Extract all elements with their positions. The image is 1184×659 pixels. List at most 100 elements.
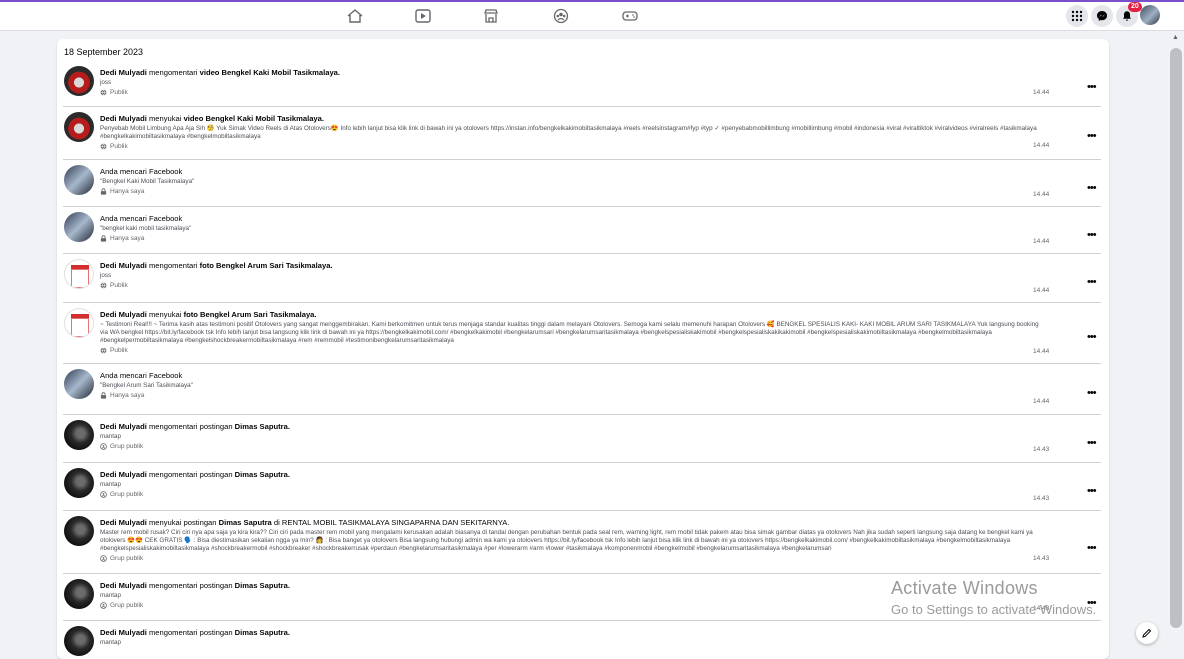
actor-name[interactable]: Dedi Mulyadi — [100, 310, 147, 319]
activity-log-card: 18 September 2023 Dedi Mulyadi mengoment… — [57, 39, 1109, 659]
audience-text: Publik — [110, 347, 128, 354]
audience-text: Publik — [110, 89, 128, 96]
activity-object[interactable]: video Bengkel Kaki Mobil Tasikmalaya. — [200, 68, 340, 77]
avatar — [64, 369, 94, 399]
activity-detail: mantap — [100, 433, 122, 440]
audience-label: Grup publik — [100, 443, 1040, 450]
globe-icon — [100, 143, 107, 150]
activity-title: Anda mencari Facebook — [100, 214, 1040, 224]
more-options-icon[interactable]: ••• — [1087, 388, 1099, 399]
more-options-icon[interactable]: ••• — [1087, 277, 1099, 288]
activity-detail: "bengkel kaki mobil tasikmalaya" — [100, 225, 192, 232]
activity-object[interactable]: Dimas Saputra. — [235, 422, 290, 431]
activity-content: Dedi Mulyadi mengomentari video Bengkel … — [100, 68, 1040, 96]
groups-icon[interactable] — [552, 8, 570, 24]
activity-item[interactable]: Anda mencari Facebook "Bengkel Arum Sari … — [57, 364, 1109, 415]
activity-action: menyukai — [146, 114, 184, 123]
actor-name[interactable]: Dedi Mulyadi — [100, 114, 147, 123]
group-globe-icon — [100, 443, 107, 450]
avatar — [64, 112, 94, 142]
globe-icon — [100, 347, 107, 354]
actor-name[interactable]: Dedi Mulyadi — [100, 518, 147, 527]
activity-content: Anda mencari Facebook "bengkel kaki mobil… — [100, 214, 1040, 242]
activity-item[interactable]: Dedi Mulyadi mengomentari video Bengkel … — [57, 61, 1109, 107]
activity-item[interactable]: Dedi Mulyadi menyukai foto Bengkel Arum … — [57, 303, 1109, 364]
new-message-button[interactable] — [1136, 622, 1158, 644]
marketplace-icon[interactable] — [482, 8, 500, 24]
activity-item[interactable]: Anda mencari Facebook "bengkel kaki mobil… — [57, 207, 1109, 254]
activity-title: Anda mencari Facebook — [100, 167, 1040, 177]
audience-label: Publik — [100, 347, 1040, 354]
audience-label: Hanya saya — [100, 235, 1040, 242]
activity-context: di RENTAL MOBIL TASIKMALAYA SINGAPARNA D… — [271, 518, 510, 527]
audience-text: Grup publik — [110, 491, 144, 498]
gaming-icon[interactable] — [621, 8, 639, 24]
actor-name[interactable]: Dedi Mulyadi — [100, 470, 147, 479]
more-options-icon[interactable]: ••• — [1087, 183, 1099, 194]
activity-object[interactable]: Dimas Saputra. — [235, 628, 290, 637]
more-options-icon[interactable]: ••• — [1087, 332, 1099, 343]
lock-icon — [100, 235, 107, 242]
activity-content: Anda mencari Facebook "Bengkel Kaki Mobil… — [100, 167, 1040, 195]
activity-title: Dedi Mulyadi mengomentari postingan Dima… — [100, 422, 1040, 432]
activity-action: menyukai postingan — [146, 518, 219, 527]
avatar — [64, 212, 94, 242]
activity-detail: mantap — [100, 639, 122, 646]
actor-name[interactable]: Dedi Mulyadi — [100, 68, 147, 77]
audience-text: Grup publik — [110, 602, 144, 609]
activity-action: mengomentari — [146, 261, 200, 270]
activity-content: Dedi Mulyadi menyukai postingan Dimas Sa… — [100, 518, 1040, 562]
audience-label: Hanya saya — [100, 392, 1040, 399]
more-options-icon[interactable]: ••• — [1087, 82, 1099, 93]
activity-item[interactable]: Dedi Mulyadi mengomentari postingan Dima… — [57, 463, 1109, 511]
audience-text: Hanya saya — [110, 188, 145, 195]
profile-avatar[interactable] — [1140, 5, 1160, 25]
activity-action: Anda mencari Facebook — [100, 371, 183, 380]
activity-title: Dedi Mulyadi mengomentari postingan Dima… — [100, 470, 1040, 480]
activity-content: Dedi Mulyadi mengomentari foto Bengkel A… — [100, 261, 1040, 289]
bell-icon[interactable]: 20 — [1116, 2, 1142, 27]
activity-object[interactable]: video Bengkel Kaki Mobil Tasikmalaya. — [184, 114, 324, 123]
scrollbar-thumb[interactable] — [1170, 48, 1182, 628]
activity-time: 14.44 — [1033, 191, 1050, 198]
activity-item[interactable]: Anda mencari Facebook "Bengkel Kaki Mobil… — [57, 160, 1109, 207]
activity-action: Anda mencari Facebook — [100, 167, 183, 176]
menu-grid-icon[interactable] — [1066, 5, 1088, 27]
activity-action: Anda mencari Facebook — [100, 214, 183, 223]
activity-object[interactable]: foto Bengkel Arum Sari Tasikmalaya. — [184, 310, 317, 319]
video-icon[interactable] — [414, 8, 432, 24]
more-options-icon[interactable]: ••• — [1087, 486, 1099, 497]
avatar — [64, 66, 94, 96]
messenger-icon[interactable] — [1091, 5, 1113, 27]
actor-name[interactable]: Dedi Mulyadi — [100, 628, 147, 637]
audience-label: Grup publik — [100, 555, 1040, 562]
more-options-icon[interactable]: ••• — [1087, 131, 1099, 142]
activity-action: mengomentari postingan — [146, 422, 235, 431]
home-icon[interactable] — [346, 8, 364, 24]
activity-content: Dedi Mulyadi mengomentari postingan Dima… — [100, 470, 1040, 498]
activity-item[interactable]: Dedi Mulyadi mengomentari postingan Dima… — [57, 621, 1109, 659]
scroll-up-arrow-icon[interactable]: ▲ — [1172, 34, 1179, 41]
activity-item[interactable]: Dedi Mulyadi mengomentari foto Bengkel A… — [57, 254, 1109, 303]
activity-item[interactable]: Dedi Mulyadi mengomentari postingan Dima… — [57, 415, 1109, 463]
activity-item[interactable]: Dedi Mulyadi menyukai video Bengkel Kaki… — [57, 107, 1109, 160]
audience-text: Hanya saya — [110, 235, 145, 242]
activity-time: 14.43 — [1033, 555, 1050, 562]
more-options-icon[interactable]: ••• — [1087, 543, 1099, 554]
activity-object[interactable]: foto Bengkel Arum Sari Tasikmalaya. — [200, 261, 333, 270]
avatar — [64, 516, 94, 546]
activity-object[interactable]: Dimas Saputra. — [235, 581, 290, 590]
activity-object[interactable]: Dimas Saputra. — [235, 470, 290, 479]
activity-title: Anda mencari Facebook — [100, 371, 1040, 381]
avatar — [64, 579, 94, 609]
actor-name[interactable]: Dedi Mulyadi — [100, 422, 147, 431]
activity-title: Dedi Mulyadi mengomentari foto Bengkel A… — [100, 261, 1040, 271]
activity-object[interactable]: Dimas Saputra — [219, 518, 272, 527]
actor-name[interactable]: Dedi Mulyadi — [100, 581, 147, 590]
actor-name[interactable]: Dedi Mulyadi — [100, 261, 147, 270]
more-options-icon[interactable]: ••• — [1087, 438, 1099, 449]
more-options-icon[interactable]: ••• — [1087, 230, 1099, 241]
activity-content: Dedi Mulyadi mengomentari postingan Dima… — [100, 422, 1040, 450]
activity-item[interactable]: Dedi Mulyadi menyukai postingan Dimas Sa… — [57, 511, 1109, 574]
activity-detail: "Bengkel Arum Sari Tasikmalaya" — [100, 382, 193, 389]
